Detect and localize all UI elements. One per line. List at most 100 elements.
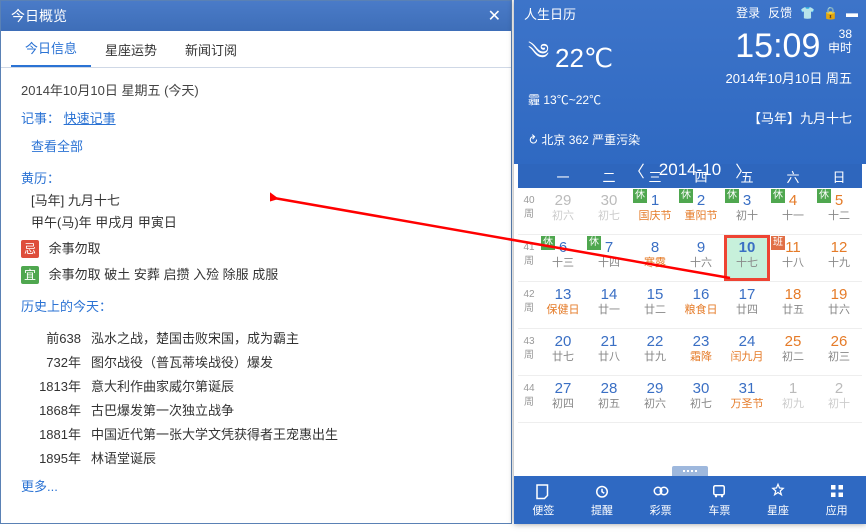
skin-icon[interactable]: 👕 (800, 6, 815, 20)
overview-titlebar: 今日概览 ✕ (1, 1, 511, 31)
weekday-header: 一 二 三 四 五 六 日 (518, 164, 862, 188)
tool-label: 彩票 (650, 502, 672, 518)
day-sub: 霜降 (678, 350, 724, 364)
day-cell[interactable]: 休2重阳节 (678, 188, 724, 234)
tool-apps[interactable]: 应用 (807, 476, 866, 524)
tool-alarm[interactable]: 提醒 (573, 476, 632, 524)
day-cell[interactable]: 15廿二 (632, 282, 678, 328)
tool-note[interactable]: 便签 (514, 476, 573, 524)
day-cell[interactable]: 30初七 (586, 188, 632, 234)
huangli-label: 黄历： (21, 168, 491, 190)
tool-label: 便签 (532, 502, 554, 518)
day-sub: 国庆节 (632, 209, 678, 223)
day-cell[interactable]: 2初十 (816, 376, 862, 422)
day-sub: 初六 (540, 209, 586, 223)
day-cell[interactable]: 16粮食日 (678, 282, 724, 328)
calendar-widget: 人生日历 登录 反馈 👕 🔒 ▬ ༄ 22℃ 霾 13℃~22℃ (514, 0, 866, 524)
day-cell[interactable]: 休7十四 (586, 235, 632, 281)
tab-today[interactable]: 今日信息 (11, 30, 91, 67)
week-number: 40周 (518, 188, 540, 234)
day-cell[interactable]: 18廿五 (770, 282, 816, 328)
day-sub: 初五 (586, 397, 632, 411)
day-cell[interactable]: 30初七 (678, 376, 724, 422)
day-cell[interactable]: 19廿六 (816, 282, 862, 328)
day-sub: 重阳节 (678, 209, 724, 223)
login-link[interactable]: 登录 (736, 4, 760, 21)
tool-star[interactable]: 星座 (749, 476, 808, 524)
day-number: 22 (632, 333, 678, 350)
day-number: 12 (816, 239, 862, 256)
day-number: 29 (632, 380, 678, 397)
day-cell[interactable]: 10十七 (724, 235, 770, 281)
header-lunar: 【马年】九月十七 (514, 108, 866, 127)
calendar-grid: 一 二 三 四 五 六 日 40周29初六30初七休1国庆节休2重阳节休3初十休… (514, 164, 866, 423)
day-sub: 廿六 (816, 303, 862, 317)
today-date: 2014年10月10日 星期五 (今天) (21, 80, 491, 102)
day-number: 30 (586, 192, 632, 209)
tab-news[interactable]: 新闻订阅 (171, 32, 251, 67)
holiday-badge: 休 (633, 189, 647, 203)
tab-horoscope[interactable]: 星座运势 (91, 32, 171, 67)
tool-bus[interactable]: 车票 (690, 476, 749, 524)
day-cell[interactable]: 1初九 (770, 376, 816, 422)
history-text: 图尔战役（普瓦蒂埃战役）爆发 (91, 352, 491, 374)
day-cell[interactable]: 休3初十 (724, 188, 770, 234)
day-cell[interactable]: 24闰九月 (724, 329, 770, 375)
day-cell[interactable]: 13保健日 (540, 282, 586, 328)
history-year: 前638 (21, 328, 91, 350)
holiday-badge: 班 (771, 236, 785, 250)
tool-lottery[interactable]: 彩票 (631, 476, 690, 524)
yi-text: 余事勿取 破土 安葬 启攒 入殓 除服 成服 (49, 267, 279, 282)
close-icon[interactable]: ✕ (488, 6, 501, 26)
day-cell[interactable]: 12十九 (816, 235, 862, 281)
minimize-icon[interactable]: ▬ (846, 6, 858, 20)
day-sub: 十四 (586, 256, 632, 270)
day-cell[interactable]: 31万圣节 (724, 376, 770, 422)
day-sub: 寒露 (632, 256, 678, 270)
drag-handle[interactable] (672, 466, 708, 476)
tool-label: 提醒 (591, 502, 613, 518)
quick-note-link[interactable]: 快速记事 (64, 111, 116, 126)
history-row: 1895年林语堂诞辰 (21, 448, 491, 470)
day-cell[interactable]: 27初四 (540, 376, 586, 422)
day-cell[interactable]: 14廿一 (586, 282, 632, 328)
day-cell[interactable]: 23霜降 (678, 329, 724, 375)
day-cell[interactable]: 25初二 (770, 329, 816, 375)
day-cell[interactable]: 休6十三 (540, 235, 586, 281)
day-cell[interactable]: 休5十二 (816, 188, 862, 234)
day-cell[interactable]: 29初六 (540, 188, 586, 234)
day-cell[interactable]: 17廿四 (724, 282, 770, 328)
weather-block[interactable]: ༄ 22℃ 霾 13℃~22℃ (528, 27, 726, 108)
day-cell[interactable]: 20廿七 (540, 329, 586, 375)
day-cell[interactable]: 26初三 (816, 329, 862, 375)
tool-label: 星座 (767, 502, 789, 518)
view-all-link[interactable]: 查看全部 (31, 136, 491, 158)
day-cell[interactable]: 9十六 (678, 235, 724, 281)
week-number: 43周 (518, 329, 540, 375)
day-cell[interactable]: 8寒露 (632, 235, 678, 281)
day-sub: 初六 (632, 397, 678, 411)
overview-tabs: 今日信息 星座运势 新闻订阅 (1, 31, 511, 68)
refresh-icon[interactable]: ↻ (525, 131, 542, 148)
overview-panel: 今日概览 ✕ 今日信息 星座运势 新闻订阅 2014年10月10日 星期五 (今… (0, 0, 512, 524)
wind-icon: ༄ (528, 27, 549, 89)
lock-icon[interactable]: 🔒 (823, 6, 838, 20)
day-sub: 廿一 (586, 303, 632, 317)
day-cell[interactable]: 休1国庆节 (632, 188, 678, 234)
day-cell[interactable]: 29初六 (632, 376, 678, 422)
clock-time: 15:09 (735, 27, 820, 66)
day-cell[interactable]: 21廿八 (586, 329, 632, 375)
day-number: 17 (724, 286, 770, 303)
day-sub: 初七 (678, 397, 724, 411)
day-number: 29 (540, 192, 586, 209)
history-row: 前638泓水之战，楚国击败宋国，成为霸主 (21, 328, 491, 350)
feedback-link[interactable]: 反馈 (768, 4, 792, 21)
day-cell[interactable]: 休4十一 (770, 188, 816, 234)
history-more-link[interactable]: 更多... (21, 476, 58, 498)
day-cell[interactable]: 班11十八 (770, 235, 816, 281)
aqi-line[interactable]: ↻ 北京 362 严重污染 (514, 127, 866, 152)
day-sub: 粮食日 (678, 303, 724, 317)
day-cell[interactable]: 28初五 (586, 376, 632, 422)
day-cell[interactable]: 22廿九 (632, 329, 678, 375)
week-number: 41周 (518, 235, 540, 281)
